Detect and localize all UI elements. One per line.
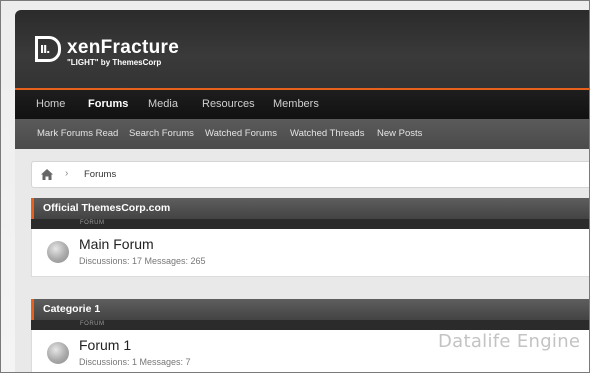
logo-icon[interactable]: II. (35, 36, 61, 62)
category-column-strip: FORUM (31, 320, 589, 330)
home-icon[interactable] (40, 168, 54, 181)
site-header: II. xenFracture "LIGHT" by ThemesCorp (15, 10, 589, 90)
breadcrumb-forums[interactable]: Forums (84, 169, 116, 180)
tab-forums[interactable]: Forums (88, 98, 128, 110)
mark-forums-read-link[interactable]: Mark Forums Read (37, 128, 118, 139)
new-posts-link[interactable]: New Posts (377, 128, 422, 139)
breadcrumb: › Forums (31, 161, 589, 188)
column-label: FORUM (80, 220, 105, 226)
logo-main: Fracture (100, 37, 180, 58)
main-nav: Home Forums Media Resources Members (15, 90, 589, 119)
watched-forums-link[interactable]: Watched Forums (205, 128, 277, 139)
logo-prefix: xen (67, 37, 101, 58)
forum-title[interactable]: Forum 1 (79, 337, 131, 353)
category-header: Official ThemesCorp.com (31, 198, 589, 219)
site-logo[interactable]: xenFracture (67, 37, 179, 59)
forum-row: Main Forum Discussions: 17 Messages: 265 (31, 229, 589, 277)
page-frame: II. xenFracture "LIGHT" by ThemesCorp Ho… (0, 0, 590, 373)
watched-threads-link[interactable]: Watched Threads (290, 128, 364, 139)
forum-status-icon (47, 241, 69, 263)
category-column-strip: FORUM (31, 219, 589, 229)
column-label: FORUM (80, 321, 105, 327)
logo-mark-text: II. (40, 43, 50, 56)
forum-title[interactable]: Main Forum (79, 236, 154, 252)
search-forums-link[interactable]: Search Forums (129, 128, 194, 139)
tab-resources[interactable]: Resources (202, 98, 255, 110)
tab-media[interactable]: Media (148, 98, 178, 110)
watermark-text: Datalife Engine (438, 331, 581, 352)
tab-members[interactable]: Members (273, 98, 319, 110)
category-title[interactable]: Official ThemesCorp.com (43, 202, 170, 214)
forum-stats: Discussions: 17 Messages: 265 (79, 256, 206, 266)
breadcrumb-separator: › (65, 168, 69, 179)
tab-home[interactable]: Home (36, 98, 65, 110)
category-header: Categorie 1 (31, 299, 589, 320)
forum-stats: Discussions: 1 Messages: 7 (79, 357, 191, 367)
category-title[interactable]: Categorie 1 (43, 303, 100, 315)
forum-status-icon (47, 342, 69, 364)
sub-nav: Mark Forums Read Search Forums Watched F… (15, 119, 589, 149)
logo-tagline: "LIGHT" by ThemesCorp (67, 58, 162, 67)
